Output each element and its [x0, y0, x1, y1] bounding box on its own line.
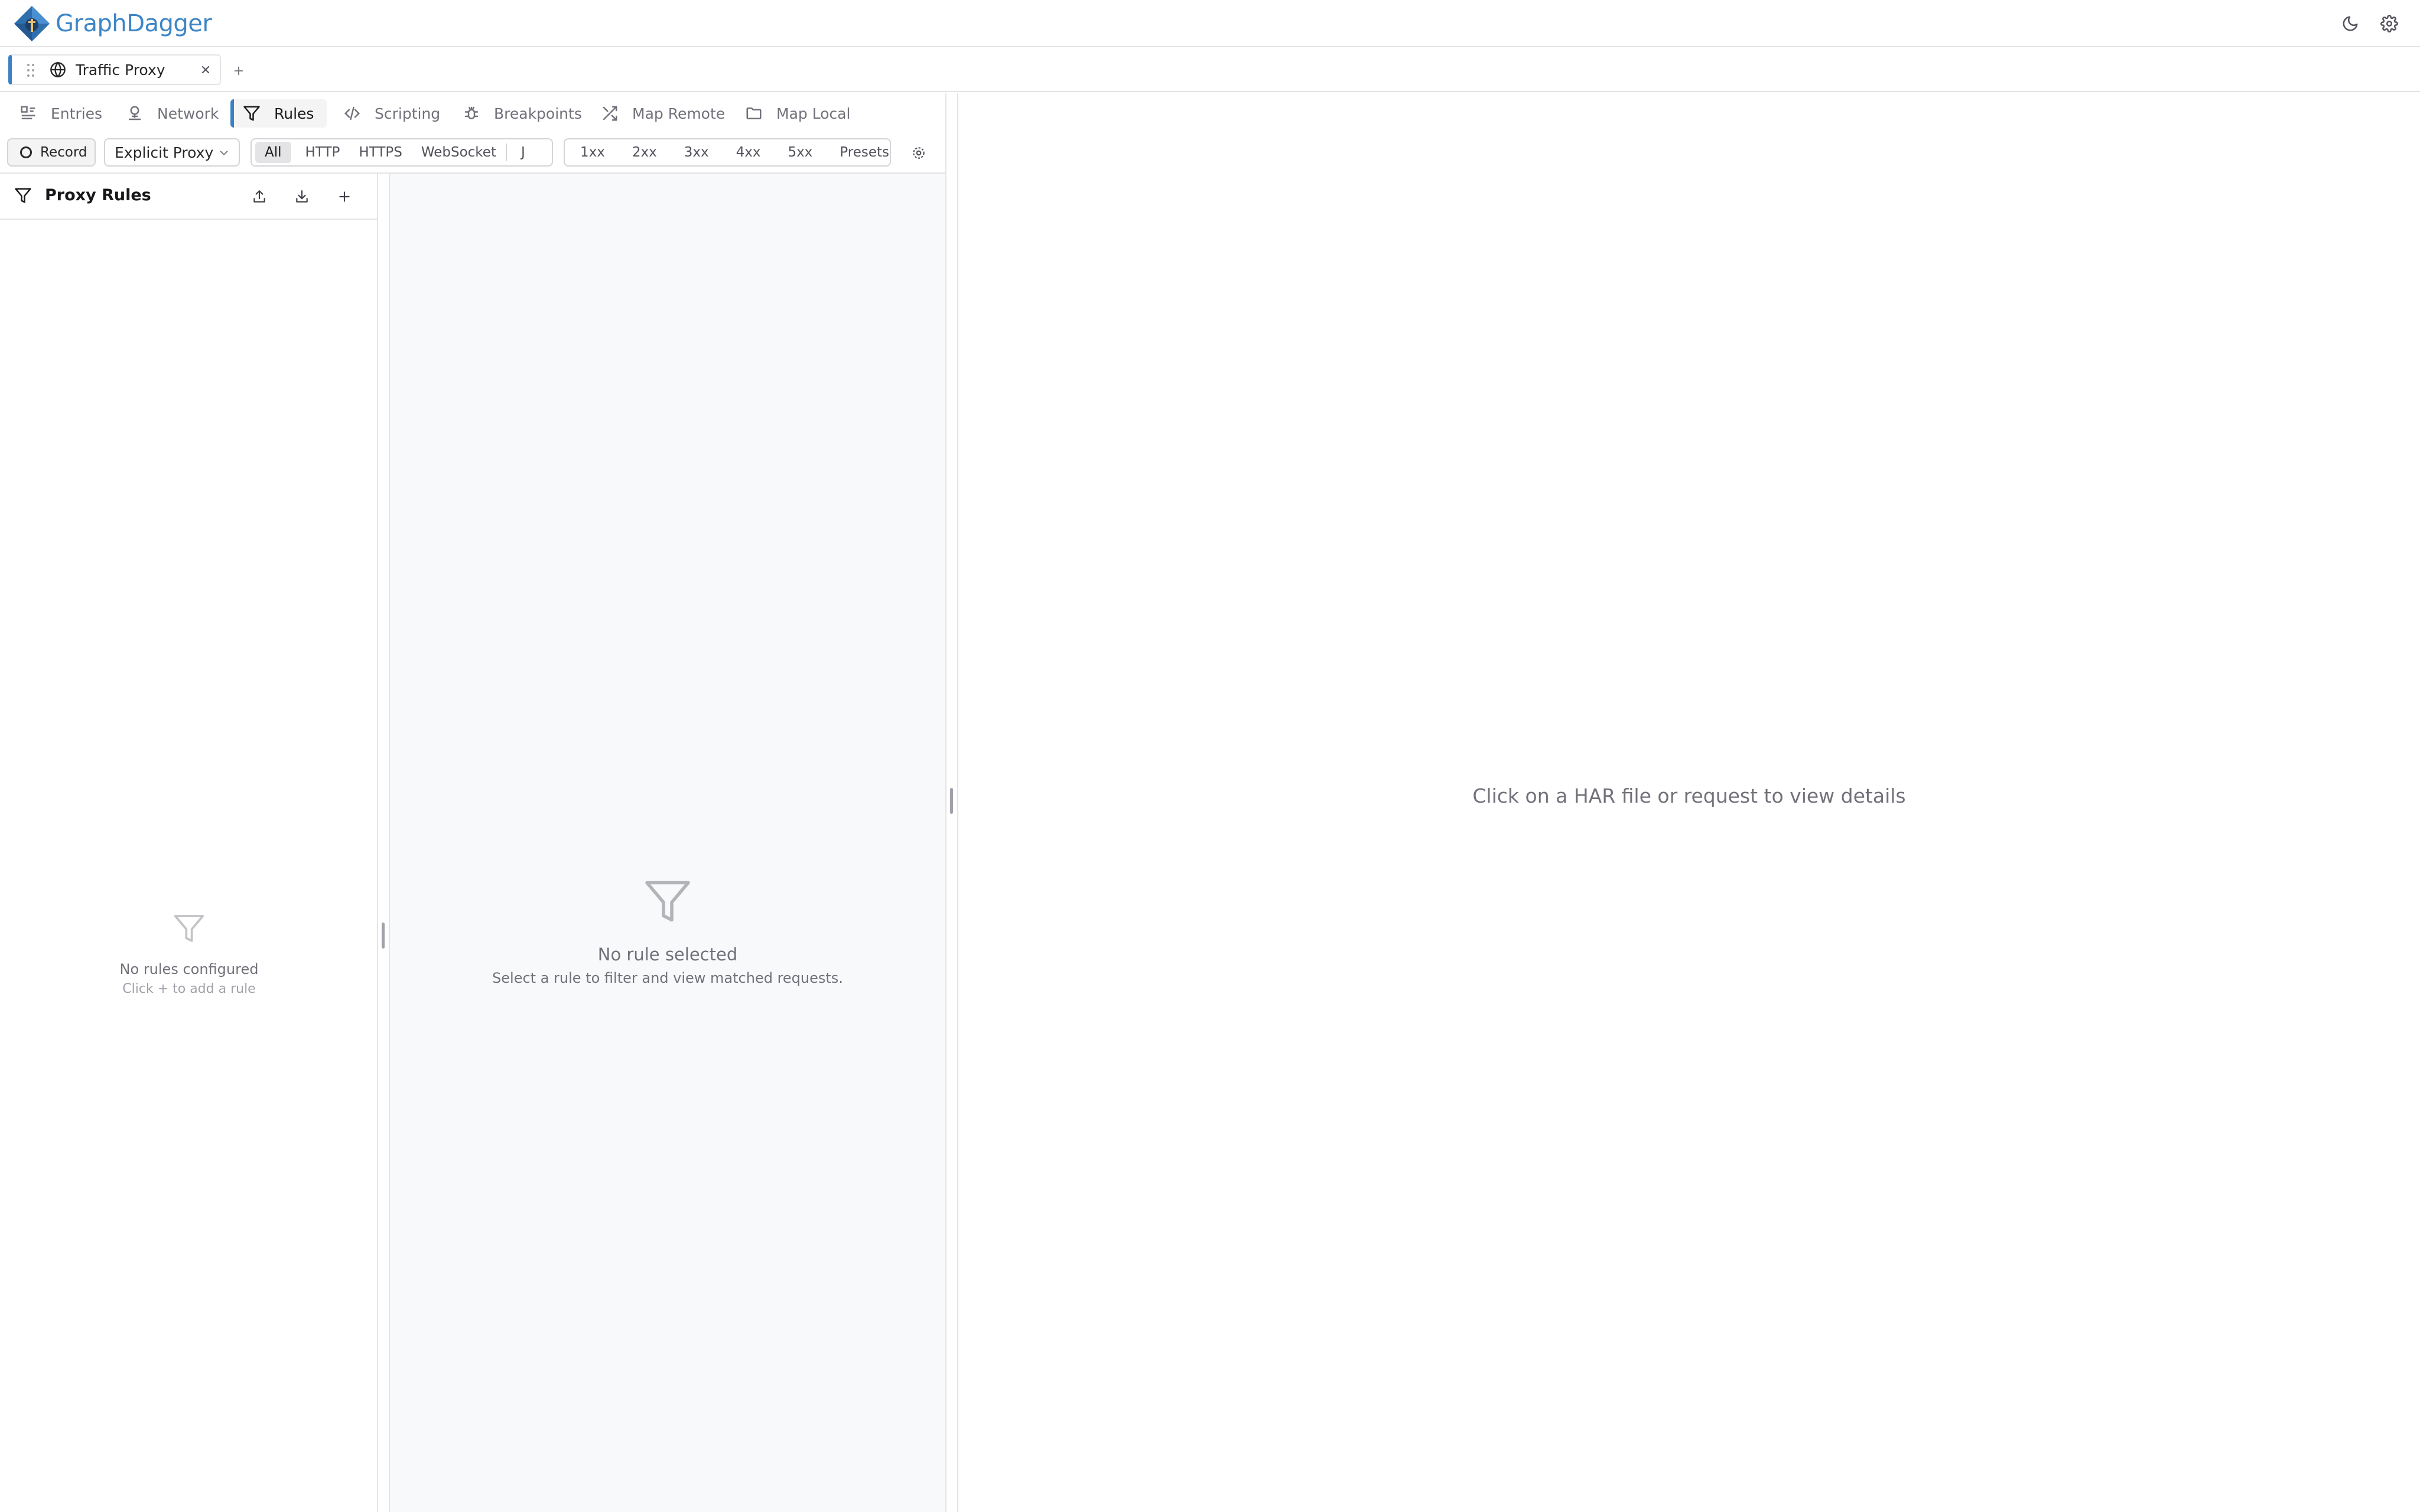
status-filter-5xx[interactable]: 5xx: [778, 142, 822, 163]
moon-icon: [2343, 16, 2358, 31]
left-pane: Entries Network Rules Scripting Breakpoi…: [0, 93, 945, 1512]
protocol-filter-j[interactable]: J: [507, 142, 530, 163]
tab-breakpoints[interactable]: Breakpoints: [462, 99, 582, 128]
tab-label: Map Local: [776, 105, 851, 122]
rules-column-resizer[interactable]: [378, 174, 390, 1512]
status-filter-2xx[interactable]: 2xx: [623, 142, 666, 163]
globe-icon: [50, 61, 66, 78]
tab-rules[interactable]: Rules: [230, 99, 327, 128]
resize-handle[interactable]: [950, 788, 953, 814]
tab-map-remote[interactable]: Map Remote: [600, 99, 725, 128]
tab-scripting[interactable]: Scripting: [343, 99, 440, 128]
shuffle-icon: [600, 104, 619, 123]
protocol-filter-all[interactable]: All: [255, 142, 291, 163]
chevron-down-icon: [220, 151, 228, 156]
rules-list-panel: Proxy Rules No rules configured Click + …: [0, 174, 378, 1512]
protocol-filter-group: All HTTP HTTPS WebSocket J: [251, 138, 553, 167]
export-rules-button[interactable]: [248, 185, 271, 208]
add-tab-button[interactable]: [227, 59, 251, 83]
main-pane-resizer[interactable]: [945, 93, 958, 1512]
add-rule-button[interactable]: [333, 185, 356, 208]
match-empty-state: No rule selected Select a rule to filter…: [390, 876, 945, 990]
filter-icon: [242, 104, 261, 123]
settings-button[interactable]: [2377, 12, 2401, 35]
filter-icon: [15, 188, 31, 203]
tab-entries[interactable]: Entries: [19, 99, 102, 128]
record-icon: [20, 146, 32, 158]
list-icon: [19, 104, 38, 123]
capture-toolbar: Record Explicit Proxy All HTTP HTTPS Web…: [0, 132, 945, 174]
match-empty-title: No rule selected: [597, 944, 738, 964]
tab-map-local[interactable]: Map Local: [744, 99, 851, 128]
workspace-tab-bar: Traffic Proxy: [0, 47, 2420, 92]
code-icon: [343, 104, 362, 123]
protocol-filter-http[interactable]: HTTP: [296, 142, 350, 163]
proxy-mode-value: Explicit Proxy: [115, 144, 214, 161]
presets-button[interactable]: Presets: [830, 142, 890, 163]
drag-handle-icon[interactable]: [26, 63, 35, 78]
details-empty-message: Click on a HAR file or request to view d…: [1472, 784, 1906, 807]
status-filter-3xx[interactable]: 3xx: [675, 142, 718, 163]
upload-icon: [253, 190, 265, 203]
filter-icon: [645, 881, 690, 922]
import-rules-button[interactable]: [291, 185, 313, 208]
folder-icon: [744, 104, 763, 123]
download-icon: [296, 190, 308, 203]
rules-panel-title: Proxy Rules: [45, 186, 151, 204]
tab-label: Network: [157, 105, 219, 122]
nav-tabs: Entries Network Rules Scripting Breakpoi…: [0, 93, 945, 132]
tab-label: Breakpoints: [494, 105, 582, 122]
match-empty-hint: Select a rule to filter and view matched…: [492, 970, 843, 986]
gear-icon: [913, 147, 925, 159]
tab-label: Rules: [274, 105, 314, 122]
status-filter-group: 1xx 2xx 3xx 4xx 5xx Presets: [564, 138, 891, 167]
close-icon[interactable]: [200, 64, 212, 76]
filter-settings-button[interactable]: [909, 143, 929, 163]
network-icon: [125, 104, 144, 123]
brand-name: GraphDagger: [56, 10, 212, 37]
rules-panel-header: Proxy Rules: [0, 174, 377, 220]
filter-icon: [174, 915, 204, 942]
workspace-tab-traffic-proxy[interactable]: Traffic Proxy: [8, 54, 221, 85]
graphdagger-logo-icon: [14, 6, 50, 41]
rules-empty-hint: Click + to add a rule: [122, 982, 256, 996]
proxy-mode-select[interactable]: Explicit Proxy: [104, 138, 240, 167]
rules-empty-title: No rules configured: [119, 961, 259, 977]
tab-label: Scripting: [375, 105, 441, 122]
plus-icon: [234, 66, 243, 76]
plus-icon: [339, 191, 350, 202]
bug-icon: [462, 104, 481, 123]
status-filter-1xx[interactable]: 1xx: [571, 142, 614, 163]
gear-icon: [2380, 15, 2398, 32]
protocol-filter-websocket[interactable]: WebSocket: [412, 142, 506, 163]
workspace-tab-label: Traffic Proxy: [76, 61, 165, 79]
tab-label: Entries: [51, 105, 103, 122]
app-header: GraphDagger: [0, 0, 2420, 47]
matched-requests-panel: No rule selected Select a rule to filter…: [390, 174, 945, 1512]
theme-toggle-button[interactable]: [2338, 12, 2362, 35]
details-pane: Click on a HAR file or request to view d…: [958, 93, 2420, 1512]
resize-handle[interactable]: [382, 923, 385, 949]
protocol-filter-https[interactable]: HTTPS: [349, 142, 411, 163]
record-button[interactable]: Record: [7, 138, 96, 167]
tab-label: Map Remote: [632, 105, 726, 122]
record-label: Record: [40, 145, 87, 160]
rules-empty-state: No rules configured Click + to add a rul…: [0, 912, 378, 999]
status-filter-4xx[interactable]: 4xx: [727, 142, 770, 163]
tab-network[interactable]: Network: [125, 99, 219, 128]
